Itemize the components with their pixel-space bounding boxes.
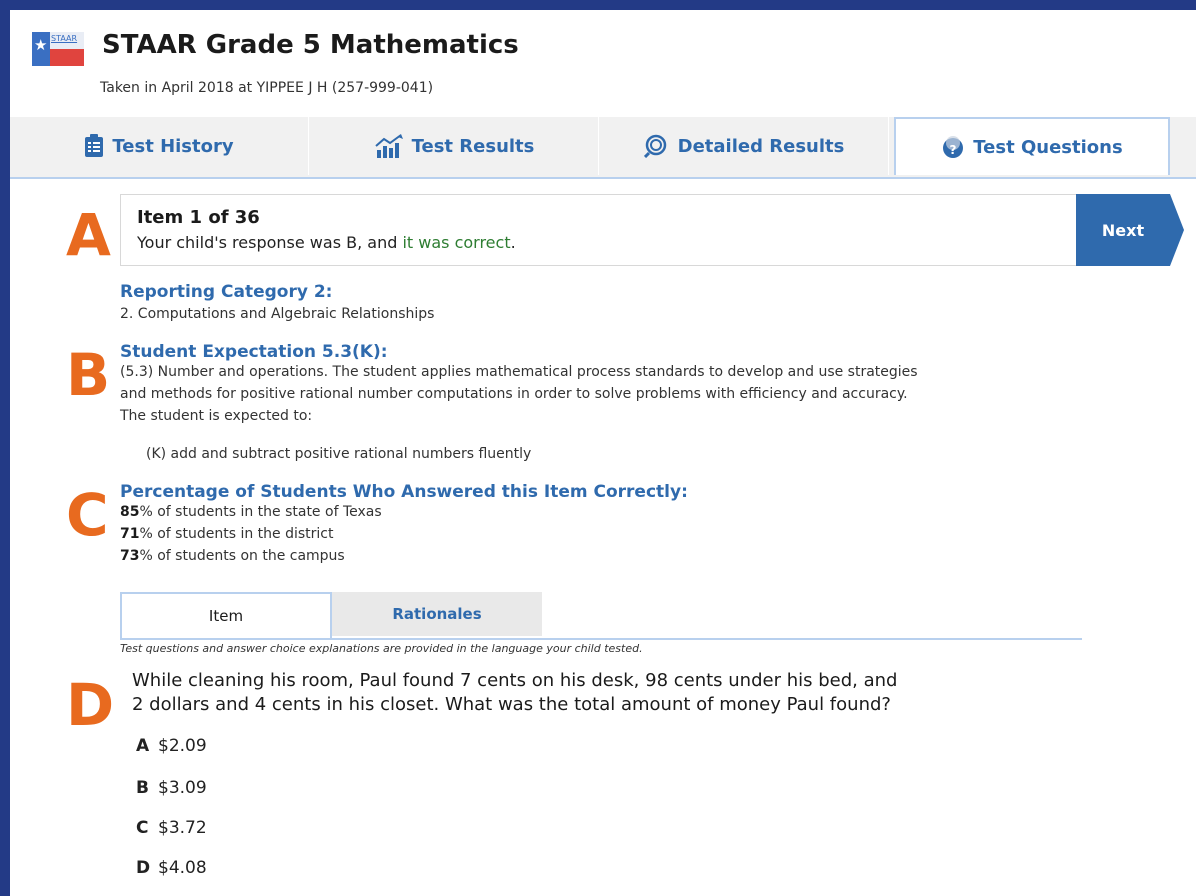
svg-text:?: ? [950,143,957,157]
logo-text: STAAR [51,34,78,43]
percentage-value: 85 [120,504,140,520]
percentage-text: % of students on the campus [139,548,345,564]
percentage-row-district: 71% of students in the district [120,526,333,542]
item-counter: Item 1 of 36 [137,207,260,228]
subtab-rationales[interactable]: Rationales [332,592,542,636]
magnifier-chart-icon [643,134,670,158]
question-line: While cleaning his room, Paul found 7 ce… [132,670,898,691]
logo-flag-red [50,49,84,66]
response-prefix: Your child's response was B, and [137,233,403,252]
student-expectation-line: The student is expected to: [120,408,313,424]
annotation-letter-d: D [66,671,115,739]
annotation-letter-a: A [66,201,111,269]
choice-text: $4.08 [158,858,207,878]
main-tabs: Test History Test Results Detailed Resul… [10,117,1196,179]
choice-letter: B [136,778,149,798]
bar-chart-trend-icon [374,134,404,158]
test-subtitle: Taken in April 2018 at YIPPEE J H (257-9… [100,80,434,96]
choice-text: $3.09 [158,778,207,798]
answer-choice-d[interactable]: D $4.08 [136,858,207,878]
page-title: STAAR Grade 5 Mathematics [102,30,519,60]
student-expectation-heading: Student Expectation 5.3(K): [120,342,388,362]
answer-choice-a[interactable]: A $2.09 [136,736,207,756]
subtab-item[interactable]: Item [120,592,332,638]
percentage-text: % of students in the state of Texas [139,504,382,520]
answer-choice-c[interactable]: C $3.72 [136,818,207,838]
choice-text: $2.09 [158,736,207,756]
answer-choice-b[interactable]: B $3.09 [136,778,207,798]
annotation-letter-b: B [66,341,111,409]
next-button-arrow[interactable] [1170,194,1184,266]
tab-label: Test Questions [973,136,1123,158]
question-circle-icon: ? [941,135,965,159]
annotation-letter-c: C [66,481,109,549]
clipboard-list-icon [84,134,104,158]
question-line: 2 dollars and 4 cents in his closet. Wha… [132,694,891,715]
tab-test-history[interactable]: Test History [10,117,309,175]
percentage-value: 71 [120,526,140,542]
percentage-text: % of students in the district [139,526,334,542]
response-text: Your child's response was B, and it was … [137,233,516,252]
percentage-row-campus: 73% of students on the campus [120,548,345,564]
response-suffix: . [510,233,516,252]
percentage-heading: Percentage of Students Who Answered this… [120,482,688,502]
item-status-box: Item 1 of 36 Your child's response was B… [120,194,1080,266]
reporting-category-heading: Reporting Category 2: [120,282,333,302]
tab-label: Test Results [411,135,535,157]
logo-star-icon: ★ [34,36,48,54]
percentage-value: 73 [120,548,140,564]
language-note: Test questions and answer choice explana… [120,642,643,655]
staar-logo: ★ STAAR [32,32,84,66]
item-subtabs: Item Rationales [120,592,1082,640]
percentage-row-state: 85% of students in the state of Texas [120,504,382,520]
student-expectation-line: (5.3) Number and operations. The student… [120,364,918,380]
tab-label: Test History [112,135,234,157]
response-status: it was correct [402,233,511,252]
page-frame: ★ STAAR STAAR Grade 5 Mathematics Taken … [10,10,1196,896]
choice-letter: C [136,818,149,838]
tab-detailed-results[interactable]: Detailed Results [600,117,889,175]
next-button[interactable]: Next [1076,194,1170,266]
tab-test-questions[interactable]: ? Test Questions [894,117,1170,175]
student-expectation-sub: (K) add and subtract positive rational n… [146,446,532,462]
tab-test-results[interactable]: Test Results [310,117,599,175]
tab-label: Detailed Results [677,135,845,157]
reporting-category-text: 2. Computations and Algebraic Relationsh… [120,306,435,322]
choice-text: $3.72 [158,818,207,838]
choice-letter: A [136,736,150,756]
choice-letter: D [136,858,151,878]
student-expectation-line: and methods for positive rational number… [120,386,908,402]
